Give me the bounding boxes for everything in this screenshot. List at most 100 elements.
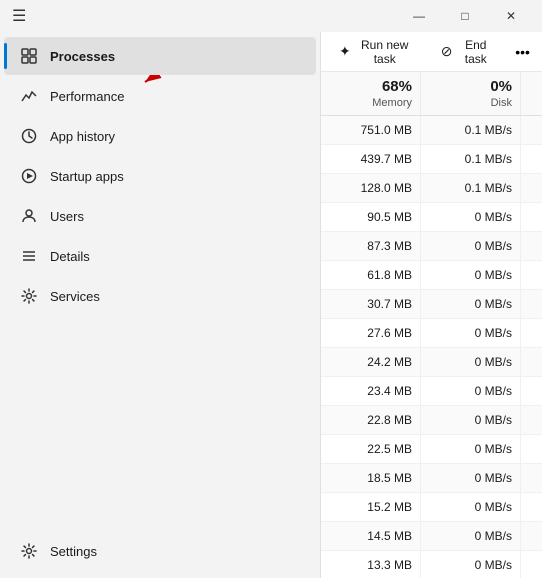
- table-cell-disk: 0 MB/s: [421, 377, 521, 405]
- sidebar-item-users-label: Users: [50, 209, 84, 224]
- table-cell-network: 0 Mbps: [521, 174, 542, 202]
- run-new-task-button[interactable]: ✦ Run new task: [329, 34, 423, 70]
- table-cell-memory: 30.7 MB: [321, 290, 421, 318]
- run-task-icon: ✦: [339, 43, 351, 60]
- table-cell-memory: 14.5 MB: [321, 522, 421, 550]
- more-icon: •••: [515, 44, 530, 60]
- table-cell-memory: 22.8 MB: [321, 406, 421, 434]
- table-row[interactable]: 27.6 MB0 MB/s0 Mbps: [321, 319, 542, 348]
- table-cell-memory: 61.8 MB: [321, 261, 421, 289]
- table-cell-disk: 0.1 MB/s: [421, 116, 521, 144]
- sidebar: Processes Performance App history: [0, 32, 320, 578]
- table-cell-network: 0 Mbps: [521, 377, 542, 405]
- table-cell-network: 0 Mbps: [521, 406, 542, 434]
- table-row[interactable]: 23.4 MB0 MB/s0 Mbps: [321, 377, 542, 406]
- table-header: 68% Memory 0% Disk 0% Network: [321, 72, 542, 116]
- users-icon: [20, 207, 38, 225]
- table-cell-disk: 0 MB/s: [421, 435, 521, 463]
- details-icon: [20, 247, 38, 265]
- sidebar-item-startup-label: Startup apps: [50, 169, 124, 184]
- sidebar-item-app-history[interactable]: App history: [4, 117, 316, 155]
- hamburger-icon[interactable]: ☰: [12, 6, 26, 26]
- table-cell-network: 0 Mbps: [521, 203, 542, 231]
- table-cell-memory: 27.6 MB: [321, 319, 421, 347]
- memory-label: Memory: [372, 97, 412, 109]
- network-pct: 0%: [529, 78, 542, 95]
- disk-label: Disk: [491, 97, 512, 109]
- table-cell-network: 0.1 Mbps: [521, 116, 542, 144]
- sidebar-item-details[interactable]: Details: [4, 237, 316, 275]
- table-row[interactable]: 24.2 MB0 MB/s0 Mbps: [321, 348, 542, 377]
- table-row[interactable]: 87.3 MB0 MB/s0 Mbps: [321, 232, 542, 261]
- table-cell-disk: 0.1 MB/s: [421, 145, 521, 173]
- sidebar-item-startup-apps[interactable]: Startup apps: [4, 157, 316, 195]
- startup-icon: [20, 167, 38, 185]
- table-row[interactable]: 61.8 MB0 MB/s0 Mbps: [321, 261, 542, 290]
- table-cell-disk: 0 MB/s: [421, 319, 521, 347]
- memory-pct: 68%: [329, 78, 412, 95]
- table-cell-network: 0 Mbps: [521, 464, 542, 492]
- table-row[interactable]: 90.5 MB0 MB/s0 Mbps: [321, 203, 542, 232]
- table-cell-memory: 90.5 MB: [321, 203, 421, 231]
- sidebar-item-settings[interactable]: Settings: [4, 532, 316, 570]
- minimize-button[interactable]: —: [396, 0, 442, 32]
- sidebar-spacer: [0, 316, 320, 531]
- sidebar-item-performance[interactable]: Performance: [4, 77, 316, 115]
- table-cell-network: 0 Mbps: [521, 290, 542, 318]
- table-cell-network: 0 Mbps: [521, 348, 542, 376]
- run-new-task-label: Run new task: [357, 38, 413, 66]
- table-cell-memory: 15.2 MB: [321, 493, 421, 521]
- end-task-button[interactable]: ⊘ End task: [431, 34, 504, 70]
- table-cell-memory: 18.5 MB: [321, 464, 421, 492]
- table-cell-network: 0 Mbps: [521, 261, 542, 289]
- memory-header[interactable]: 68% Memory: [321, 72, 421, 115]
- table-cell-memory: 87.3 MB: [321, 232, 421, 260]
- table-cell-memory: 751.0 MB: [321, 116, 421, 144]
- table-row[interactable]: 13.3 MB0 MB/s0 Mbps: [321, 551, 542, 578]
- sidebar-item-details-label: Details: [50, 249, 90, 264]
- table-row[interactable]: 128.0 MB0.1 MB/s0 Mbps: [321, 174, 542, 203]
- network-header[interactable]: 0% Network: [521, 72, 542, 115]
- sidebar-item-users[interactable]: Users: [4, 197, 316, 235]
- title-bar-controls: — □ ✕: [396, 0, 534, 32]
- table-cell-network: 0 Mbps: [521, 493, 542, 521]
- table-cell-memory: 24.2 MB: [321, 348, 421, 376]
- title-bar-left: ☰: [12, 6, 26, 26]
- table-row[interactable]: 18.5 MB0 MB/s0 Mbps: [321, 464, 542, 493]
- sidebar-item-processes-label: Processes: [50, 49, 115, 64]
- table-row[interactable]: 14.5 MB0 MB/s0 Mbps: [321, 522, 542, 551]
- table-cell-disk: 0 MB/s: [421, 406, 521, 434]
- sidebar-item-app-history-label: App history: [50, 129, 115, 144]
- table-cell-network: 0 Mbps: [521, 145, 542, 173]
- table-cell-memory: 128.0 MB: [321, 174, 421, 202]
- app-history-icon: [20, 127, 38, 145]
- table-cell-disk: 0.1 MB/s: [421, 174, 521, 202]
- sidebar-item-processes[interactable]: Processes: [4, 37, 316, 75]
- table-cell-disk: 0 MB/s: [421, 261, 521, 289]
- processes-icon: [20, 47, 38, 65]
- settings-icon: [20, 542, 38, 560]
- table-row[interactable]: 15.2 MB0 MB/s0 Mbps: [321, 493, 542, 522]
- performance-icon: [20, 87, 38, 105]
- maximize-button[interactable]: □: [442, 0, 488, 32]
- disk-pct: 0%: [429, 78, 512, 95]
- table-cell-network: 0 Mbps: [521, 435, 542, 463]
- table-row[interactable]: 22.8 MB0 MB/s0 Mbps: [321, 406, 542, 435]
- close-button[interactable]: ✕: [488, 0, 534, 32]
- table-row[interactable]: 439.7 MB0.1 MB/s0 Mbps: [321, 145, 542, 174]
- toolbar: ✦ Run new task ⊘ End task •••: [321, 32, 542, 72]
- table-row[interactable]: 751.0 MB0.1 MB/s0.1 Mbps: [321, 116, 542, 145]
- table-cell-disk: 0 MB/s: [421, 290, 521, 318]
- table-row[interactable]: 30.7 MB0 MB/s0 Mbps: [321, 290, 542, 319]
- table-row[interactable]: 22.5 MB0 MB/s0 Mbps: [321, 435, 542, 464]
- more-options-button[interactable]: •••: [511, 38, 534, 66]
- sidebar-item-services[interactable]: Services: [4, 277, 316, 315]
- table-cell-disk: 0 MB/s: [421, 464, 521, 492]
- disk-header[interactable]: 0% Disk: [421, 72, 521, 115]
- table-cell-network: 0 Mbps: [521, 232, 542, 260]
- table-cell-disk: 0 MB/s: [421, 232, 521, 260]
- services-icon: [20, 287, 38, 305]
- table-cell-disk: 0 MB/s: [421, 551, 521, 578]
- content-area: ✦ Run new task ⊘ End task ••• 68% Memory…: [320, 32, 542, 578]
- table-body[interactable]: 751.0 MB0.1 MB/s0.1 Mbps439.7 MB0.1 MB/s…: [321, 116, 542, 578]
